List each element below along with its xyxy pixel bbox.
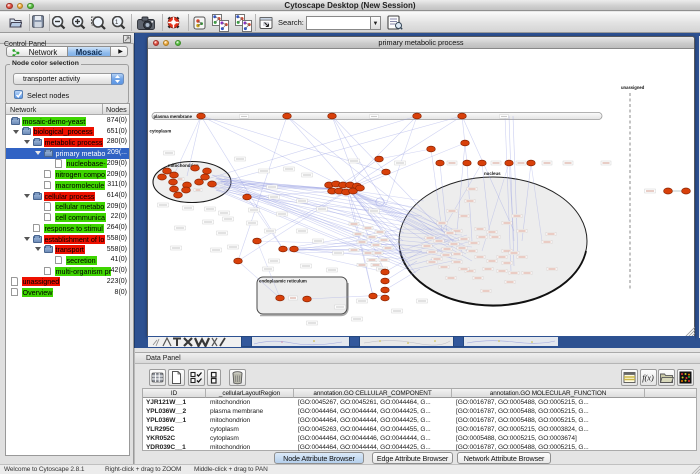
svg-text:f(x): f(x) bbox=[642, 374, 654, 383]
svg-text:endoplasmic reticulum: endoplasmic reticulum bbox=[259, 279, 307, 284]
svg-text:nucleus: nucleus bbox=[484, 171, 501, 176]
svg-text:cytoplasm: cytoplasm bbox=[150, 129, 172, 134]
svg-text:plasma membrane: plasma membrane bbox=[154, 114, 193, 119]
svg-text:unassigned: unassigned bbox=[621, 85, 645, 90]
